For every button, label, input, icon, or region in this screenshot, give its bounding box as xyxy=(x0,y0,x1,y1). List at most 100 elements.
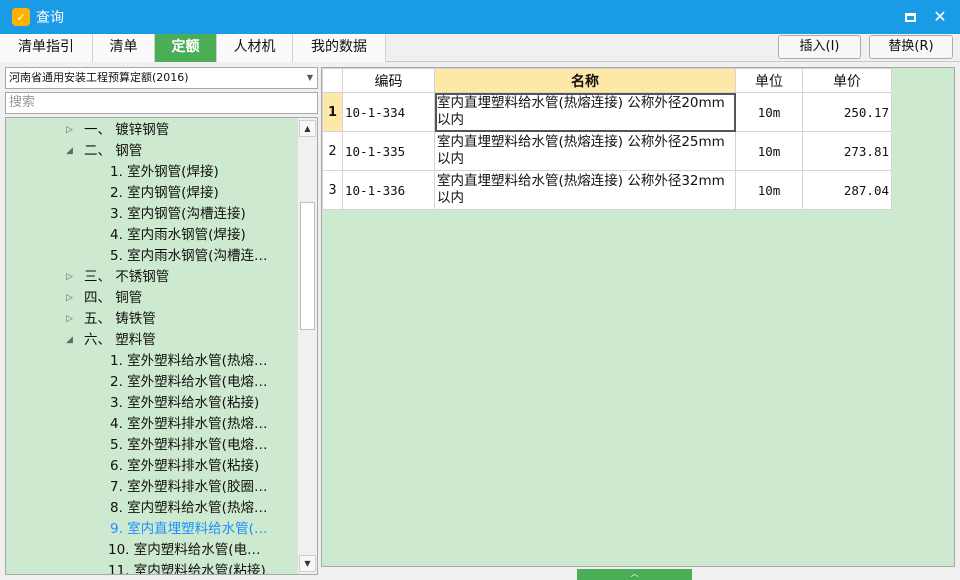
tree-item-label: 10. 室内塑料给水管(电… xyxy=(108,542,261,558)
tree-item[interactable]: 9. 室内直埋塑料给水管(… xyxy=(110,519,267,540)
tree-item-label: 7. 室外塑料排水管(胶圈… xyxy=(110,479,268,495)
expand-icon[interactable]: ▷ xyxy=(66,120,73,141)
tree-item[interactable]: 4. 室外塑料排水管(热熔… xyxy=(110,414,267,435)
tree-item-label: 5. 室内雨水钢管(沟槽连… xyxy=(110,248,268,264)
name-cell[interactable]: 室内直埋塑料给水管(热熔连接) 公称外径32mm以内 xyxy=(434,170,736,210)
collapse-icon[interactable]: ◢ xyxy=(66,330,73,351)
app-logo-icon: ✓ xyxy=(12,8,30,26)
price-header[interactable]: 单价 xyxy=(802,68,892,93)
insert-button[interactable]: 插入(I) xyxy=(778,35,861,59)
scroll-up-icon[interactable]: ▲ xyxy=(299,120,316,137)
tree-item-label: 三、 不锈钢管 xyxy=(84,269,170,285)
quota-library-value: 河南省通用安装工程预算定额(2016) xyxy=(9,71,189,84)
tree-item[interactable]: ◢ 二、 钢管 xyxy=(66,141,143,162)
quota-library-select[interactable]: 河南省通用安装工程预算定额(2016) ▼ xyxy=(5,67,318,89)
tree-item[interactable]: ◢ 六、 塑料管 xyxy=(66,330,156,351)
left-pane: 河南省通用安装工程预算定额(2016) ▼ 搜索 ▷ 一、 镀锌钢管 ◢ 二、 钢管 1… xyxy=(5,67,318,575)
close-icon[interactable]: ✕ xyxy=(932,9,948,25)
replace-button[interactable]: 替换(R) xyxy=(869,35,953,59)
name-cell[interactable]: 室内直埋塑料给水管(热熔连接) 公称外径20mm以内 xyxy=(434,92,736,132)
tree-item-label: 五、 铸铁管 xyxy=(84,311,156,327)
window-title: 查询 xyxy=(36,10,64,26)
tree-item[interactable]: ▷ 四、 铜管 xyxy=(66,288,143,309)
price-cell[interactable]: 250.17 xyxy=(802,92,892,132)
unit-cell[interactable]: 10m xyxy=(735,131,803,171)
panel-expand-handle[interactable]: ︿ xyxy=(577,569,692,580)
tree-item[interactable]: 10. 室内塑料给水管(电… xyxy=(108,540,261,561)
tree-item[interactable]: 5. 室内雨水钢管(沟槽连… xyxy=(110,246,267,267)
tree-item-label: 二、 钢管 xyxy=(84,143,143,159)
expand-icon[interactable]: ▷ xyxy=(66,288,73,309)
tree-item[interactable]: 5. 室外塑料排水管(电熔… xyxy=(110,435,267,456)
tree-item-label: 11. 室内塑料给水管(粘接) xyxy=(108,563,266,575)
tree-item[interactable]: 2. 室内钢管(焊接) xyxy=(110,183,219,204)
expand-icon[interactable]: ▷ xyxy=(66,267,73,288)
tree-item-label: 1. 室外钢管(焊接) xyxy=(110,164,219,180)
row-index[interactable]: 1 xyxy=(322,92,343,132)
tree-item-label: 4. 室内雨水钢管(焊接) xyxy=(110,227,246,243)
chevron-up-icon[interactable]: ︿ xyxy=(631,569,639,578)
unit-cell[interactable]: 10m xyxy=(735,92,803,132)
results-table: 编码 名称 单位 单价 1 10-1-334 室内直埋塑料给水管(热熔连接) 公称外… xyxy=(322,68,892,210)
results-pane: 编码 名称 单位 单价 1 10-1-334 室内直埋塑料给水管(热熔连接) 公称外… xyxy=(321,67,955,567)
price-cell[interactable]: 273.81 xyxy=(802,131,892,171)
unit-header[interactable]: 单位 xyxy=(735,68,803,93)
tree-item[interactable]: 1. 室外钢管(焊接) xyxy=(110,162,219,183)
maximize-icon[interactable] xyxy=(902,9,918,25)
expand-icon[interactable]: ▷ xyxy=(66,309,73,330)
tab-list-guide[interactable]: 清单指引 xyxy=(0,34,93,62)
tab-my-data[interactable]: 我的数据 xyxy=(293,34,386,62)
scroll-down-icon[interactable]: ▼ xyxy=(299,555,316,572)
search-input[interactable]: 搜索 xyxy=(5,92,318,114)
tree-item-label: 6. 室外塑料排水管(粘接) xyxy=(110,458,260,474)
table-row[interactable]: 3 10-1-336 室内直埋塑料给水管(热熔连接) 公称外径32mm以内 10m 28… xyxy=(322,170,892,210)
price-cell[interactable]: 287.04 xyxy=(802,170,892,210)
tree-item[interactable]: ▷ 五、 铸铁管 xyxy=(66,309,156,330)
tree-item[interactable]: ▷ 一、 镀锌钢管 xyxy=(66,120,170,141)
chapter-tree: ▷ 一、 镀锌钢管 ◢ 二、 钢管 1. 室外钢管(焊接) 2. 室内钢管(焊接) 3. 室… xyxy=(5,117,318,575)
unit-cell[interactable]: 10m xyxy=(735,170,803,210)
scrollbar-thumb[interactable] xyxy=(300,202,315,330)
tab-bar: 清单指引 清单 定额 人材机 我的数据 插入(I) 替换(R) xyxy=(0,34,960,62)
tree-scrollbar[interactable]: ▲ ▼ xyxy=(297,118,317,574)
code-cell[interactable]: 10-1-335 xyxy=(342,131,435,171)
code-cell[interactable]: 10-1-334 xyxy=(342,92,435,132)
name-cell[interactable]: 室内直埋塑料给水管(热熔连接) 公称外径25mm以内 xyxy=(434,131,736,171)
tree-item-label: 8. 室内塑料给水管(热熔… xyxy=(110,500,268,516)
row-index[interactable]: 2 xyxy=(322,131,343,171)
chevron-down-icon[interactable]: ▼ xyxy=(307,68,313,88)
tree-item-label: 9. 室内直埋塑料给水管(… xyxy=(110,521,268,537)
collapse-icon[interactable]: ◢ xyxy=(66,141,73,162)
tab-labor-materials[interactable]: 人材机 xyxy=(217,34,293,62)
tree-item-label: 3. 室外塑料给水管(粘接) xyxy=(110,395,260,411)
title-bar: ✓ 查询 ✕ xyxy=(0,0,960,34)
tree-item-label: 1. 室外塑料给水管(热熔… xyxy=(110,353,268,369)
tree-item-label: 2. 室内钢管(焊接) xyxy=(110,185,219,201)
tree-item[interactable]: 6. 室外塑料排水管(粘接) xyxy=(110,456,259,477)
tree-item-label: 六、 塑料管 xyxy=(84,332,156,348)
row-index[interactable]: 3 xyxy=(322,170,343,210)
tree-item[interactable]: 1. 室外塑料给水管(热熔… xyxy=(110,351,267,372)
tree-item[interactable]: 3. 室内钢管(沟槽连接) xyxy=(110,204,246,225)
tree-item-label: 4. 室外塑料排水管(热熔… xyxy=(110,416,268,432)
tree-item[interactable]: 7. 室外塑料排水管(胶圈… xyxy=(110,477,267,498)
tree-item[interactable]: ▷ 三、 不锈钢管 xyxy=(66,267,170,288)
code-header[interactable]: 编码 xyxy=(342,68,435,93)
code-cell[interactable]: 10-1-336 xyxy=(342,170,435,210)
tree-item[interactable]: 11. 室内塑料给水管(粘接) xyxy=(108,561,266,575)
table-row[interactable]: 2 10-1-335 室内直埋塑料给水管(热熔连接) 公称外径25mm以内 10m 27… xyxy=(322,131,892,171)
index-header xyxy=(322,68,343,93)
table-row[interactable]: 1 10-1-334 室内直埋塑料给水管(热熔连接) 公称外径20mm以内 10m 25… xyxy=(322,92,892,132)
tree-item[interactable]: 2. 室外塑料给水管(电熔… xyxy=(110,372,267,393)
tree-item-label: 四、 铜管 xyxy=(84,290,143,306)
tree-item-label: 3. 室内钢管(沟槽连接) xyxy=(110,206,246,222)
name-header[interactable]: 名称 xyxy=(434,68,736,93)
tree-item[interactable]: 4. 室内雨水钢管(焊接) xyxy=(110,225,246,246)
tree-item-label: 5. 室外塑料排水管(电熔… xyxy=(110,437,268,453)
tab-quota[interactable]: 定额 xyxy=(155,34,217,62)
table-header-row: 编码 名称 单位 单价 xyxy=(322,68,892,93)
tab-list[interactable]: 清单 xyxy=(93,34,155,62)
tree-item[interactable]: 3. 室外塑料给水管(粘接) xyxy=(110,393,259,414)
tree-item[interactable]: 8. 室内塑料给水管(热熔… xyxy=(110,498,267,519)
tree-item-label: 一、 镀锌钢管 xyxy=(84,122,170,138)
